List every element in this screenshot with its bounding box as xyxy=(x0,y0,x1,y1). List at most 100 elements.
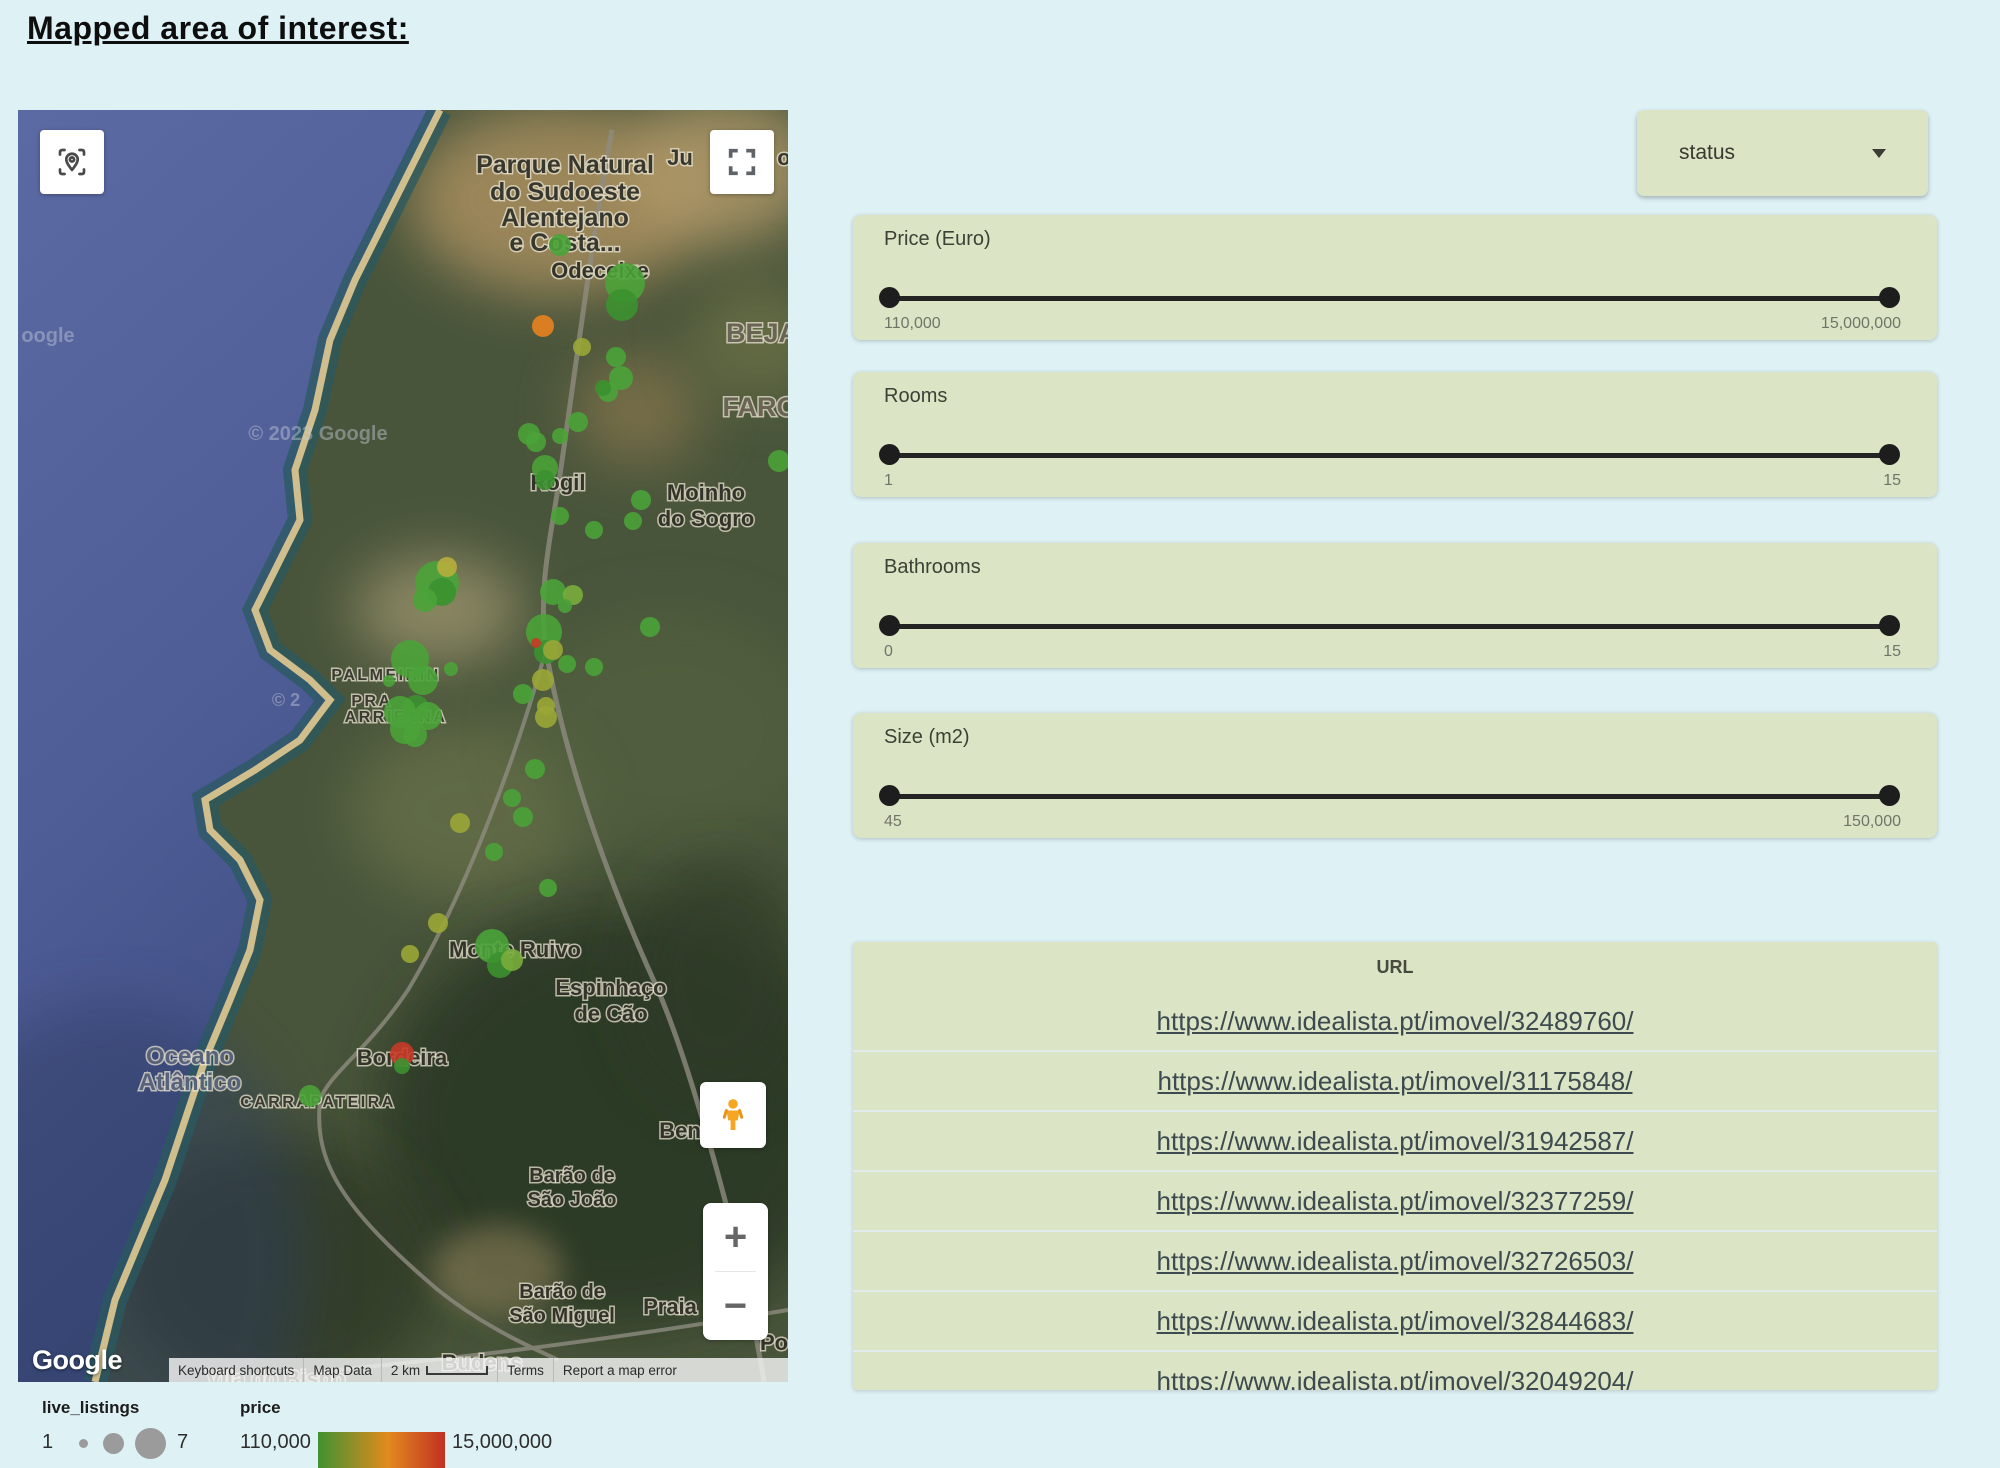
listing-dot[interactable] xyxy=(513,807,533,827)
rooms-slider-max-value: 15 xyxy=(1883,472,1901,490)
size-slider-track[interactable] xyxy=(889,794,1890,799)
chevron-down-icon xyxy=(1872,149,1886,158)
size-filter-card: Size (m2) 45 150,000 xyxy=(853,713,1937,838)
listing-dot[interactable] xyxy=(606,347,626,367)
price-slider-track[interactable] xyxy=(889,296,1890,301)
listing-dot[interactable] xyxy=(585,521,603,539)
map-canvas[interactable]: © 2023 Googleoogle© 2 Parque Naturaldo S… xyxy=(18,110,788,1382)
size-slider-handle-min[interactable] xyxy=(879,785,900,806)
listing-dot[interactable] xyxy=(631,490,651,510)
listing-dot[interactable] xyxy=(450,813,470,833)
size-slider-max-value: 150,000 xyxy=(1843,813,1901,831)
listing-dot[interactable] xyxy=(624,512,642,530)
bathrooms-slider-track[interactable] xyxy=(889,624,1890,629)
listing-dot[interactable] xyxy=(573,338,591,356)
map-place-label: Atlântico xyxy=(139,1069,242,1096)
rooms-slider-track[interactable] xyxy=(889,453,1890,458)
listing-dot[interactable] xyxy=(394,1058,410,1074)
keyboard-shortcuts-link[interactable]: Keyboard shortcuts xyxy=(169,1358,303,1382)
map-place-label: Oceano xyxy=(146,1043,234,1070)
listing-dot[interactable] xyxy=(539,879,557,897)
listing-dot[interactable] xyxy=(384,696,416,728)
status-dropdown[interactable]: status xyxy=(1637,110,1928,196)
listing-dot[interactable] xyxy=(535,470,555,490)
listing-dot[interactable] xyxy=(532,315,554,337)
area-select-button[interactable] xyxy=(40,130,104,194)
bathrooms-slider-range: 0 15 xyxy=(884,643,1901,661)
map-place-label: BEJA xyxy=(726,318,788,348)
listing-dot[interactable] xyxy=(408,665,438,695)
listing-dot[interactable] xyxy=(531,638,541,648)
listing-link[interactable]: https://www.idealista.pt/imovel/32489760… xyxy=(1157,1006,1634,1037)
zoom-out-button[interactable]: − xyxy=(703,1272,768,1340)
listing-dot[interactable] xyxy=(526,432,546,452)
bathrooms-slider-label: Bathrooms xyxy=(884,556,981,579)
listing-dot[interactable] xyxy=(606,289,638,321)
listing-link[interactable]: https://www.idealista.pt/imovel/32377259… xyxy=(1157,1186,1634,1217)
listing-dot[interactable] xyxy=(413,588,437,612)
price-legend-min: 110,000 xyxy=(240,1431,311,1454)
url-table: URL https://www.idealista.pt/imovel/3248… xyxy=(853,942,1937,1390)
listing-dot[interactable] xyxy=(549,234,571,256)
listing-dot[interactable] xyxy=(401,945,419,963)
bathrooms-filter-card: Bathrooms 0 15 xyxy=(853,543,1937,668)
listing-dot[interactable] xyxy=(485,843,503,861)
map-copyright-watermark: © 2023 Google xyxy=(248,423,387,445)
listing-dot[interactable] xyxy=(525,759,545,779)
price-slider-label: Price (Euro) xyxy=(884,228,991,251)
zoom-in-button[interactable]: + xyxy=(703,1203,768,1271)
listing-dot[interactable] xyxy=(428,913,448,933)
listing-dot[interactable] xyxy=(551,507,569,525)
scale-label: 2 km xyxy=(391,1363,420,1378)
map-place-label: Praia xyxy=(643,1294,698,1319)
map-scale: 2 km xyxy=(381,1358,497,1382)
size-slider-handle-max[interactable] xyxy=(1879,785,1900,806)
map-place-label: o xyxy=(777,145,788,170)
listing-dot[interactable] xyxy=(403,723,427,747)
listing-dot[interactable] xyxy=(640,617,660,637)
bathrooms-slider-handle-max[interactable] xyxy=(1879,615,1900,636)
terms-link[interactable]: Terms xyxy=(497,1358,553,1382)
table-row: https://www.idealista.pt/imovel/31942587… xyxy=(853,1110,1937,1170)
listing-dot[interactable] xyxy=(568,412,588,432)
listing-dot[interactable] xyxy=(444,662,458,676)
listing-link[interactable]: https://www.idealista.pt/imovel/32844683… xyxy=(1157,1306,1634,1337)
listing-dot[interactable] xyxy=(437,557,457,577)
price-slider-handle-max[interactable] xyxy=(1879,287,1900,308)
table-row: https://www.idealista.pt/imovel/32844683… xyxy=(853,1290,1937,1350)
listing-dot[interactable] xyxy=(501,949,523,971)
listing-dot[interactable] xyxy=(503,789,521,807)
listing-link[interactable]: https://www.idealista.pt/imovel/31175848… xyxy=(1157,1066,1632,1097)
rooms-slider-min-value: 1 xyxy=(884,472,893,490)
map-data-link[interactable]: Map Data xyxy=(303,1358,381,1382)
pegman-button[interactable] xyxy=(700,1082,766,1148)
listing-dot[interactable] xyxy=(513,684,533,704)
listing-dot[interactable] xyxy=(558,655,576,673)
listing-link[interactable]: https://www.idealista.pt/imovel/31942587… xyxy=(1157,1126,1634,1157)
zoom-control: + − xyxy=(703,1203,768,1340)
listing-dot[interactable] xyxy=(383,675,395,687)
listing-dot[interactable] xyxy=(537,697,555,715)
rooms-slider-handle-min[interactable] xyxy=(879,444,900,465)
listing-dot[interactable] xyxy=(595,380,611,396)
google-logo[interactable]: Google xyxy=(32,1345,122,1376)
rooms-slider-handle-max[interactable] xyxy=(1879,444,1900,465)
listing-dot[interactable] xyxy=(532,669,554,691)
url-table-header: URL xyxy=(853,942,1937,992)
listing-dot[interactable] xyxy=(585,658,603,676)
listing-dot[interactable] xyxy=(543,640,563,660)
listing-link[interactable]: https://www.idealista.pt/imovel/32726503… xyxy=(1157,1246,1634,1277)
fullscreen-button[interactable] xyxy=(710,130,774,194)
size-legend-dot-small xyxy=(79,1439,88,1448)
report-map-error-link[interactable]: Report a map error xyxy=(553,1358,686,1382)
listing-dot[interactable] xyxy=(552,428,568,444)
listing-dot[interactable] xyxy=(558,599,572,613)
listing-dot[interactable] xyxy=(299,1085,321,1107)
price-slider-handle-min[interactable] xyxy=(879,287,900,308)
map-place-label: do Sudoeste xyxy=(490,178,640,206)
table-row: https://www.idealista.pt/imovel/32726503… xyxy=(853,1230,1937,1290)
price-legend-max: 15,000,000 xyxy=(452,1431,552,1454)
listing-link[interactable]: https://www.idealista.pt/imovel/32049204… xyxy=(1157,1366,1634,1391)
bathrooms-slider-max-value: 15 xyxy=(1883,643,1901,661)
bathrooms-slider-handle-min[interactable] xyxy=(879,615,900,636)
